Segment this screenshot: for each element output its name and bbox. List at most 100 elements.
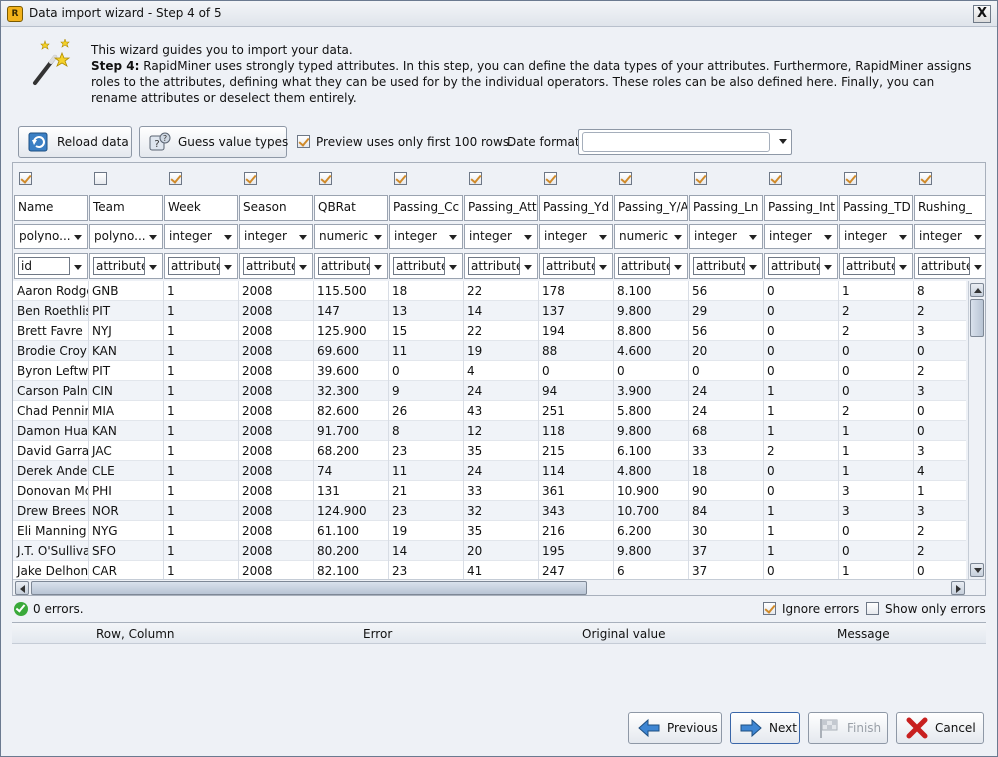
column-role-select[interactable]: attribute bbox=[164, 253, 238, 279]
error-col-error[interactable]: Error bbox=[363, 627, 392, 641]
column-select-checkbox[interactable] bbox=[544, 172, 557, 185]
column-role-input[interactable]: attribute bbox=[468, 257, 520, 275]
column-select-checkbox[interactable] bbox=[919, 172, 932, 185]
scroll-up-button[interactable] bbox=[970, 283, 984, 297]
column-role-select[interactable]: attribute bbox=[539, 253, 613, 279]
column-type-select[interactable]: integer bbox=[164, 224, 238, 249]
date-format-select[interactable] bbox=[578, 129, 792, 155]
table-row[interactable]: Derek Ander CLE 1 2008 74 11 24 114 4.800 18 0 1 4 bbox=[13, 461, 966, 481]
column-type-select[interactable]: integer bbox=[239, 224, 313, 249]
error-col-row-column[interactable]: Row, Column bbox=[96, 627, 175, 641]
show-only-errors-checkbox[interactable] bbox=[866, 602, 879, 615]
column-role-input[interactable]: attribute bbox=[768, 257, 820, 275]
column-type-select[interactable]: integer bbox=[539, 224, 613, 249]
column-name-field[interactable]: Week bbox=[164, 195, 238, 221]
column-role-input[interactable]: attribute bbox=[93, 257, 145, 275]
column-select-checkbox[interactable] bbox=[469, 172, 482, 185]
column-select-checkbox[interactable] bbox=[169, 172, 182, 185]
column-role-select[interactable]: attribute bbox=[89, 253, 163, 279]
error-col-original-value[interactable]: Original value bbox=[582, 627, 666, 641]
column-type-select[interactable]: polyno... bbox=[14, 224, 88, 249]
column-name-field[interactable]: Passing_Cc bbox=[389, 195, 463, 221]
column-type-select[interactable]: polyno... bbox=[89, 224, 163, 249]
table-row[interactable]: Brett Favre NYJ 1 2008 125.900 15 22 194 8.800 56… bbox=[13, 321, 966, 341]
column-role-select[interactable]: attribute bbox=[614, 253, 688, 279]
table-row[interactable]: Drew Brees NOR 1 2008 124.900 23 32 343 10.700 84… bbox=[13, 501, 966, 521]
table-row[interactable]: J.T. O'Sulliva SFO 1 2008 80.200 14 20 195 9.800… bbox=[13, 541, 966, 561]
column-name-field[interactable]: QBRat bbox=[314, 195, 388, 221]
scroll-left-button[interactable] bbox=[15, 581, 29, 595]
date-format-input[interactable] bbox=[582, 132, 770, 152]
preview-checkbox[interactable] bbox=[297, 135, 310, 148]
column-select-checkbox[interactable] bbox=[94, 172, 107, 185]
column-role-select[interactable]: attribute bbox=[389, 253, 463, 279]
column-type-select[interactable]: integer bbox=[764, 224, 838, 249]
column-type-select[interactable]: integer bbox=[839, 224, 913, 249]
column-select-checkbox[interactable] bbox=[769, 172, 782, 185]
column-select-checkbox[interactable] bbox=[319, 172, 332, 185]
column-role-select[interactable]: attribute bbox=[914, 253, 985, 279]
column-select-checkbox[interactable] bbox=[394, 172, 407, 185]
column-select-checkbox[interactable] bbox=[694, 172, 707, 185]
column-name-field[interactable]: Passing_TD bbox=[839, 195, 913, 221]
table-row[interactable]: Carson Paln CIN 1 2008 32.300 9 24 94 3.900 24 1 0 3 bbox=[13, 381, 966, 401]
column-role-select[interactable]: attribute bbox=[839, 253, 913, 279]
column-type-select[interactable]: integer bbox=[914, 224, 985, 249]
scroll-right-button[interactable] bbox=[951, 581, 965, 595]
finish-button[interactable]: Finish bbox=[808, 712, 888, 744]
column-type-select[interactable]: integer bbox=[389, 224, 463, 249]
table-row[interactable]: Donovan Mc PHI 1 2008 131 21 33 361 10.900 90 0 3 1 bbox=[13, 481, 966, 501]
column-role-select[interactable]: attribute bbox=[464, 253, 538, 279]
close-button[interactable]: X bbox=[973, 5, 991, 23]
horizontal-scroll-thumb[interactable] bbox=[31, 581, 587, 595]
column-name-field[interactable]: Passing_Y/A bbox=[614, 195, 688, 221]
column-select-checkbox[interactable] bbox=[19, 172, 32, 185]
column-name-field[interactable]: Team bbox=[89, 195, 163, 221]
column-role-select[interactable]: attribute bbox=[764, 253, 838, 279]
ignore-errors-checkbox[interactable] bbox=[763, 602, 776, 615]
column-role-input[interactable]: attribute bbox=[843, 257, 895, 275]
column-type-select[interactable]: numeric bbox=[614, 224, 688, 249]
column-name-field[interactable]: Passing_Ln bbox=[689, 195, 763, 221]
column-name-field[interactable]: Passing_Yd bbox=[539, 195, 613, 221]
table-row[interactable]: Chad Pennir MIA 1 2008 82.600 26 43 251 5.800 24 1… bbox=[13, 401, 966, 421]
column-role-input[interactable]: id bbox=[18, 257, 70, 275]
column-name-field[interactable]: Passing_Att bbox=[464, 195, 538, 221]
cancel-button[interactable]: Cancel bbox=[896, 712, 984, 744]
column-type-select[interactable]: integer bbox=[689, 224, 763, 249]
table-row[interactable]: Damon Hua KAN 1 2008 91.700 8 12 118 9.800 68 1 1 0 bbox=[13, 421, 966, 441]
column-role-input[interactable]: attribute bbox=[543, 257, 595, 275]
column-name-field[interactable]: Name bbox=[14, 195, 88, 221]
table-row[interactable]: David Garrar JAC 1 2008 68.200 23 35 215 6.100 33… bbox=[13, 441, 966, 461]
table-row[interactable]: Ben Roethlis PIT 1 2008 147 13 14 137 9.800 29 0 2 2 bbox=[13, 301, 966, 321]
reload-data-button[interactable]: Reload data bbox=[18, 126, 132, 158]
column-select-checkbox[interactable] bbox=[619, 172, 632, 185]
vertical-scroll-thumb[interactable] bbox=[970, 299, 984, 337]
column-name-field[interactable]: Passing_Int bbox=[764, 195, 838, 221]
table-row[interactable]: Eli Manning NYG 1 2008 61.100 19 35 216 6.200 30 1… bbox=[13, 521, 966, 541]
column-role-input[interactable]: attribute bbox=[243, 257, 295, 275]
column-role-select[interactable]: id bbox=[14, 253, 88, 279]
column-select-checkbox[interactable] bbox=[244, 172, 257, 185]
scroll-down-button[interactable] bbox=[970, 563, 984, 577]
column-role-input[interactable]: attribute bbox=[693, 257, 745, 275]
column-role-input[interactable]: attribute bbox=[393, 257, 445, 275]
previous-button[interactable]: Previous bbox=[628, 712, 722, 744]
error-col-message[interactable]: Message bbox=[837, 627, 890, 641]
column-name-field[interactable]: Rushing_ bbox=[914, 195, 985, 221]
horizontal-scrollbar[interactable] bbox=[13, 579, 985, 595]
table-row[interactable]: Jake Delhon CAR 1 2008 82.100 23 41 247 6 37 0 1 0 bbox=[13, 561, 966, 579]
table-row[interactable]: Aaron Rodge GNB 1 2008 115.500 18 22 178 8.100 56… bbox=[13, 281, 966, 301]
column-role-input[interactable]: attribute bbox=[168, 257, 220, 275]
table-row[interactable]: Byron Leftwi PIT 1 2008 39.600 0 4 0 0 0 0 0 2 bbox=[13, 361, 966, 381]
table-row[interactable]: Brodie Croyl KAN 1 2008 69.600 11 19 88 4.600 20 0… bbox=[13, 341, 966, 361]
guess-value-types-button[interactable]: ? ? Guess value types bbox=[139, 126, 288, 158]
column-name-field[interactable]: Season bbox=[239, 195, 313, 221]
next-button[interactable]: Next bbox=[730, 712, 800, 744]
column-role-input[interactable]: attribute bbox=[618, 257, 670, 275]
column-role-select[interactable]: attribute bbox=[314, 253, 388, 279]
column-role-input[interactable]: attribute bbox=[918, 257, 970, 275]
column-role-input[interactable]: attribute bbox=[318, 257, 370, 275]
column-type-select[interactable]: integer bbox=[464, 224, 538, 249]
column-role-select[interactable]: attribute bbox=[689, 253, 763, 279]
